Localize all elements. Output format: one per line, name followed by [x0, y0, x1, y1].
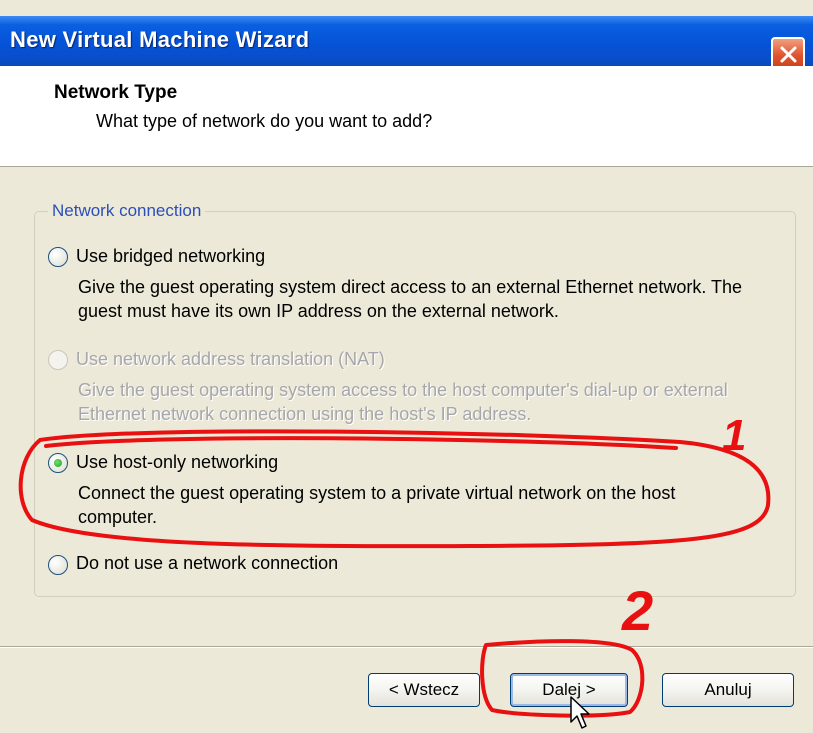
option-label-bridged[interactable]: Use bridged networking — [76, 246, 265, 267]
cancel-button[interactable]: Anuluj — [662, 673, 794, 707]
group-label: Network connection — [48, 201, 206, 221]
radio-selected-dot — [54, 459, 62, 467]
option-label-nat: Use network address translation (NAT) — [76, 349, 385, 369]
option-desc-host-only: Connect the guest operating system to a … — [78, 483, 676, 527]
radio-host-only[interactable] — [48, 453, 68, 473]
window-title: New Virtual Machine Wizard — [10, 27, 310, 52]
option-desc-nat: Give the guest operating system access t… — [78, 380, 728, 424]
next-button[interactable]: Dalej > — [510, 673, 628, 707]
option-label-host-only[interactable]: Use host-only networking — [76, 452, 278, 473]
title-bar[interactable]: New Virtual Machine Wizard — [0, 16, 813, 71]
back-button[interactable]: < Wstecz — [368, 673, 480, 707]
option-label-no-network[interactable]: Do not use a network connection — [76, 553, 338, 574]
radio-no-network[interactable] — [48, 555, 68, 575]
option-desc-bridged: Give the guest operating system direct a… — [78, 277, 743, 321]
page-subtitle: What type of network do you want to add? — [96, 111, 433, 131]
radio-bridged[interactable] — [48, 247, 68, 267]
wizard-header: Network Type What type of network do you… — [0, 66, 813, 167]
radio-nat — [48, 350, 68, 370]
close-icon — [780, 46, 797, 63]
page-title: Network Type — [54, 82, 178, 103]
wizard-window: New Virtual Machine Wizard Network Type … — [0, 0, 813, 733]
footer-divider — [0, 646, 813, 648]
